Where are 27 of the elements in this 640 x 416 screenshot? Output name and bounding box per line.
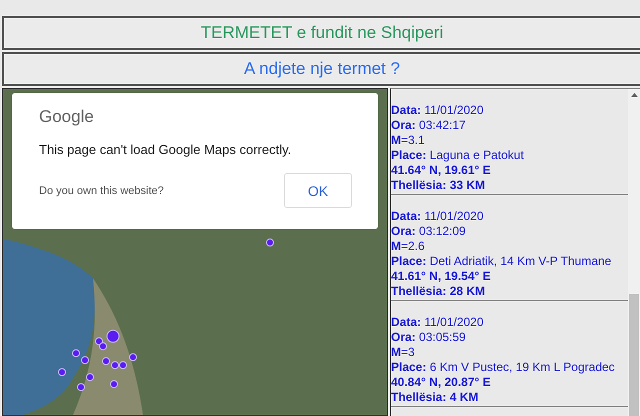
depth-line: Thellësia: 28 KM [391, 284, 486, 299]
page-title: TERMETET e fundit ne Shqiperi [200, 23, 444, 43]
place-line: Place: 6 Km V Pustec, 19 Km L Pogradec [391, 360, 616, 375]
place-line: Place: Laguna e Patokut [391, 148, 525, 163]
time-line: Ora: 03:05:59 [391, 330, 467, 345]
scrollbar-thumb[interactable] [629, 294, 639, 416]
depth-line: Thellësia: 33 KM [391, 178, 486, 193]
time-line: Ora: 03:42:17 [391, 118, 467, 133]
page-subtitle: A ndjete nje termet ? [244, 59, 400, 79]
date-line: Data: 11/01/2020 [391, 315, 485, 330]
dialog-message: This page can't load Google Maps correctly. [39, 142, 292, 157]
depth-line: Thellësia: 4 KM [391, 390, 480, 405]
scroll-up-icon[interactable] [630, 92, 638, 97]
coordinates-line: 41.61° N, 19.54° E [391, 269, 492, 284]
time-line: Ora: 03:12:09 [391, 224, 467, 239]
coordinates-line: 41.64° N, 19.61° E [391, 163, 492, 178]
coordinates-line: 40.84° N, 20.87° E [391, 375, 492, 390]
place-line: Place: Deti Adriatik, 14 Km V-P Thumane [391, 254, 612, 269]
scrollbar[interactable] [628, 89, 640, 416]
magnitude-line: M=3 [391, 345, 416, 360]
date-line: Data: 11/01/2020 [391, 103, 485, 118]
magnitude-line: M=2.6 [391, 239, 426, 254]
own-website-link[interactable]: Do you own this website? [39, 184, 164, 196]
date-line: Data: 11/01/2020 [391, 209, 485, 224]
dialog-logo: Google [39, 107, 94, 127]
ok-button[interactable]: OK [284, 173, 352, 208]
magnitude-line: M=3.1 [391, 133, 426, 148]
